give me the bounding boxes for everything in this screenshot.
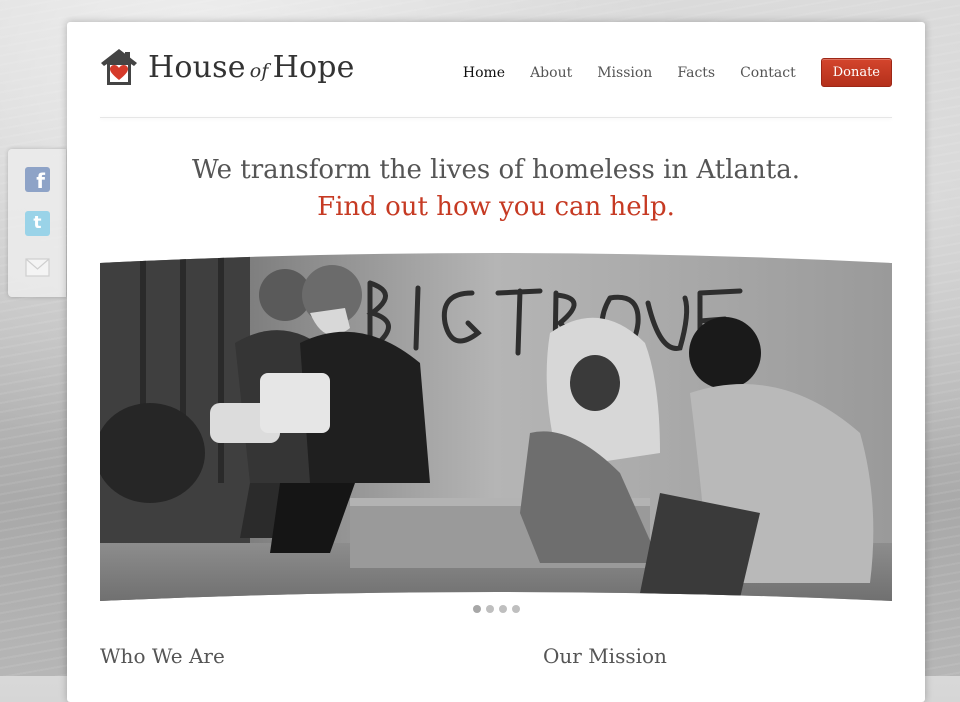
site-title: House of Hope — [148, 50, 355, 85]
twitter-icon[interactable]: t — [25, 211, 50, 236]
slider-pagination — [473, 605, 525, 613]
hero-slider[interactable] — [100, 253, 892, 603]
header-divider — [100, 117, 892, 118]
slider-dot-4[interactable] — [512, 605, 520, 613]
main-nav: Home About Mission Facts Contact Donate — [438, 58, 892, 87]
tagline: We transform the lives of homeless in At… — [67, 152, 925, 226]
main-card: House of Hope Home About Mission Facts Con… — [67, 22, 925, 702]
brand-of: of — [249, 59, 269, 82]
headline: We transform the lives of homeless in At… — [191, 155, 800, 185]
nav-facts[interactable]: Facts — [677, 65, 715, 81]
nav-contact[interactable]: Contact — [740, 65, 796, 81]
who-we-are-heading: Who We Are — [100, 644, 225, 668]
site-logo[interactable]: House of Hope — [100, 47, 355, 87]
facebook-icon[interactable]: f — [25, 167, 50, 192]
nav-mission[interactable]: Mission — [597, 65, 652, 81]
slider-dot-3[interactable] — [499, 605, 507, 613]
social-share-bar: f t — [8, 149, 66, 297]
slider-dot-1[interactable] — [473, 605, 481, 613]
donate-button[interactable]: Donate — [820, 58, 892, 87]
nav-about[interactable]: About — [530, 65, 572, 81]
hero-photo — [100, 253, 892, 601]
nav-home[interactable]: Home — [463, 65, 505, 81]
cta-link[interactable]: Find out how you can help. — [67, 189, 925, 226]
brand-hope: Hope — [272, 49, 355, 85]
brand-house: House — [148, 49, 246, 85]
our-mission-heading: Our Mission — [543, 644, 667, 668]
mail-icon[interactable] — [25, 255, 50, 280]
slider-dot-2[interactable] — [486, 605, 494, 613]
house-heart-icon — [101, 49, 137, 85]
